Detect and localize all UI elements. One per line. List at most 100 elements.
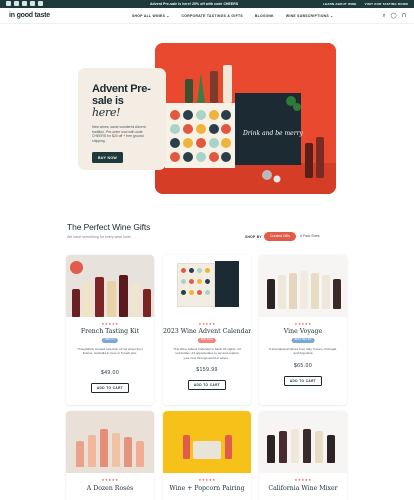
add-to-cart-button[interactable]: ADD TO CART: [91, 383, 129, 393]
bottle: [311, 273, 319, 309]
nav-blog[interactable]: BLOG/INK: [255, 14, 274, 18]
hero-title-accent: here!: [92, 106, 121, 119]
product-name[interactable]: 2023 Wine Advent Calendar: [163, 328, 251, 335]
bottle: [119, 275, 128, 317]
product-name[interactable]: French Tasting Kit: [66, 328, 154, 335]
product-image: [259, 411, 347, 473]
calendar-door: [197, 290, 202, 295]
bottle: [131, 283, 140, 317]
bottle: [100, 429, 108, 467]
product-price: $159.99: [196, 367, 218, 373]
visit-tasting-room-link[interactable]: VISIT OUR TASTING ROOM: [365, 2, 408, 6]
nav-corporate[interactable]: CORPORATE TASTINGS & GIFTS: [182, 14, 243, 18]
bottle: [107, 281, 116, 317]
product-name[interactable]: California Wine Mixer: [259, 485, 347, 492]
product-image: [163, 255, 251, 317]
calendar-door: [205, 279, 210, 284]
cart-icon[interactable]: ⊓: [402, 13, 406, 19]
add-to-cart-button[interactable]: ADD TO CART: [284, 376, 322, 386]
bottle: [143, 289, 151, 317]
bottle: [315, 431, 323, 463]
instagram-icon[interactable]: [22, 1, 27, 6]
youtube-icon[interactable]: [38, 1, 43, 6]
bottle: [95, 277, 104, 317]
learn-about-wine-link[interactable]: LEARN ABOUT WINE: [323, 2, 357, 6]
rating-stars: ★★★★★: [294, 478, 312, 482]
bottle: [278, 275, 286, 309]
site-header: in good taste SHOP ALL WINES ⌄ CORPORATE…: [0, 8, 414, 24]
product-card-vine-voyage[interactable]: ★★★★★ Vine Voyage BEST SELLER 6 Internat…: [259, 255, 347, 405]
announcement-text[interactable]: Advent Pre-sale is here! 20% off with co…: [150, 2, 238, 6]
rating-stars: ★★★★★: [294, 322, 312, 326]
product-image: [259, 255, 347, 317]
calendar-door: [181, 290, 186, 295]
bottle: [76, 441, 84, 467]
calendar-door: [181, 279, 186, 284]
product-card-dozen-roses[interactable]: ★★★★★ A Dozen Rosés: [66, 411, 154, 500]
bottle: [327, 435, 335, 463]
product-card-advent-calendar[interactable]: ★★★★★ 2023 Wine Advent Calendar PRE-SALE…: [163, 255, 251, 405]
hero-title: Advent Pre-sale is here!: [92, 83, 152, 119]
bottle: [300, 271, 308, 309]
hero-body: New wines, same wonderful Advent traditi…: [92, 125, 146, 143]
add-to-cart-button[interactable]: ADD TO CART: [188, 380, 226, 390]
bottle: [267, 435, 275, 463]
linkedin-icon[interactable]: [30, 1, 35, 6]
top-links: LEARN ABOUT WINE VISIT OUR TASTING ROOM: [323, 2, 408, 6]
product-card-wine-popcorn[interactable]: ★★★★★ Wine + Popcorn Pairing: [163, 411, 251, 500]
buy-now-button[interactable]: BUY NOW: [92, 152, 123, 164]
main-nav: SHOP ALL WINES ⌄ CORPORATE TASTINGS & GI…: [132, 14, 333, 18]
bottle: [322, 275, 330, 309]
popcorn-box: [193, 441, 221, 459]
rating-stars: ★★★★★: [101, 322, 119, 326]
bottle: [291, 429, 299, 463]
bottle: [279, 431, 287, 463]
hero-card: Advent Pre-sale is here! New wines, same…: [78, 68, 166, 170]
product-description: Thoughtfully curated selection of red wi…: [77, 347, 143, 356]
social-links: [6, 1, 43, 7]
filter-curated-gifts[interactable]: Curated Gifts: [264, 232, 296, 241]
bottle: [303, 429, 311, 463]
product-name[interactable]: A Dozen Rosés: [66, 485, 154, 492]
rating-stars: ★★★★★: [198, 478, 216, 482]
account-icon[interactable]: ◯: [391, 13, 397, 19]
logo[interactable]: in good taste: [9, 12, 50, 19]
bottle: [225, 435, 232, 459]
shop-by-label: SHOP BY: [245, 234, 262, 239]
product-description: This Wine Advent Calendar is back! 24 ni…: [173, 347, 241, 360]
bottle: [289, 273, 297, 309]
header-icons: ⌕ ◯ ⊓: [382, 13, 406, 19]
bottle: [83, 283, 92, 317]
product-badge: BEST SELLER: [291, 338, 315, 343]
product-price: $65.00: [293, 363, 313, 369]
bottle: [72, 289, 80, 317]
product-name[interactable]: Vine Voyage: [259, 328, 347, 335]
calendar-door: [197, 279, 202, 284]
product-image: [163, 411, 251, 473]
section-subtitle: We have something for every wine lover.: [67, 235, 132, 239]
calendar-door: [197, 268, 202, 273]
rating-stars: ★★★★★: [101, 478, 119, 482]
product-badge: NEW KIT: [101, 338, 119, 343]
product-description: 6 International Wines from Italy, France…: [269, 347, 337, 356]
product-name[interactable]: Wine + Popcorn Pairing: [163, 485, 251, 492]
advent-calendar-photo: Drink and be merry: [155, 43, 336, 194]
bottle: [183, 435, 190, 459]
hero-title-main: Advent Pre-sale is: [92, 83, 151, 107]
nav-wine-subscriptions[interactable]: WINE SUBSCRIPTIONS ⌄: [286, 14, 333, 18]
calendar-door: [189, 268, 194, 273]
tiktok-icon[interactable]: [14, 1, 19, 6]
bottle: [112, 433, 120, 467]
product-card-french-tasting-kit[interactable]: ★★★★★ French Tasting Kit NEW KIT Thought…: [66, 255, 154, 405]
facebook-icon[interactable]: [6, 1, 11, 6]
nav-shop-all-wines[interactable]: SHOP ALL WINES ⌄: [132, 14, 170, 18]
calendar-door: [189, 279, 194, 284]
product-image[interactable]: [66, 255, 154, 317]
search-icon[interactable]: ⌕: [382, 13, 385, 19]
section-title: The Perfect Wine Gifts: [67, 222, 151, 232]
rating-stars: ★★★★★: [198, 322, 216, 326]
bottle: [333, 279, 341, 309]
product-card-california-mixer[interactable]: ★★★★★ California Wine Mixer: [259, 411, 347, 500]
calendar-door: [205, 290, 210, 295]
filter-pack-sizes[interactable]: # Pack Sizes: [300, 232, 320, 241]
